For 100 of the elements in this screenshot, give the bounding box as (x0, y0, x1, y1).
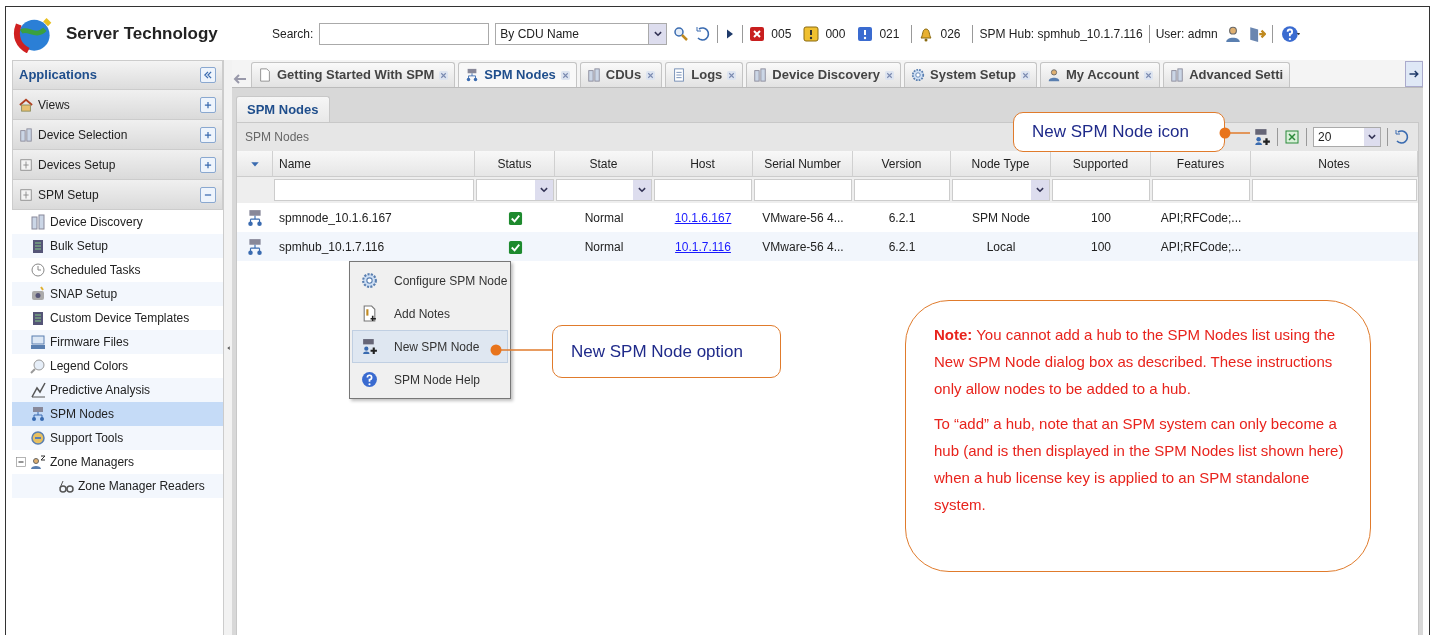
table-cell: API;RFCode;... (1151, 232, 1251, 261)
expand-button[interactable] (200, 156, 216, 173)
table-cell-text: 100 (1090, 209, 1112, 227)
person-icon[interactable] (1223, 24, 1242, 43)
expand-button[interactable] (200, 126, 216, 143)
close-icon[interactable] (727, 70, 737, 80)
column-header[interactable]: Version (853, 151, 951, 177)
search-field[interactable] (319, 22, 490, 45)
server-icon (30, 310, 46, 326)
close-icon[interactable] (885, 70, 894, 80)
help-icon (361, 371, 378, 388)
collapse-icon[interactable] (16, 457, 26, 467)
sidebar-item[interactable]: Firmware Files (12, 330, 223, 354)
alert-count: 021 (879, 25, 900, 43)
column-header[interactable]: State (555, 151, 653, 177)
double-chevron-left-icon (203, 70, 213, 80)
tab[interactable]: System Setup (904, 62, 1037, 87)
sidebar-item[interactable]: Predictive Analysis (12, 378, 223, 402)
tab[interactable]: Getting Started With SPM (251, 62, 456, 87)
filter-field[interactable] (854, 179, 950, 201)
menu-item[interactable]: Add Notes (352, 297, 508, 330)
sidebar-item[interactable]: Device Discovery (12, 210, 223, 234)
building-icon (753, 68, 768, 82)
close-icon[interactable] (646, 70, 656, 80)
sidebar-item[interactable]: Custom Device Templates (12, 306, 223, 330)
close-icon[interactable] (1144, 70, 1154, 80)
column-header[interactable]: Supported (1051, 151, 1151, 177)
box-icon (19, 157, 33, 172)
section-label: Devices Setup (38, 156, 116, 174)
sidebar-item[interactable]: Bulk Setup (12, 234, 223, 258)
sidebar-section[interactable]: SPM Setup (12, 180, 223, 210)
alert-count: 000 (825, 25, 846, 43)
filter-field[interactable] (556, 179, 652, 201)
sidebar-item[interactable]: Scheduled Tasks (12, 258, 223, 282)
refresh-icon[interactable] (1394, 129, 1410, 145)
column-header[interactable]: Host (653, 151, 753, 177)
alert-count: 005 (771, 25, 792, 43)
sidebar-section[interactable]: Device Selection (12, 120, 223, 150)
tab[interactable]: Device Discovery (746, 62, 901, 87)
list-icon (672, 68, 687, 82)
sidebar-item[interactable]: SNAP Setup (12, 282, 223, 306)
sidebar-item[interactable]: Legend Colors (12, 354, 223, 378)
menu-item[interactable]: Configure SPM Node (352, 264, 508, 297)
gear-icon (911, 68, 925, 82)
search-label: Search: (272, 25, 314, 43)
sidebar-section[interactable]: Views (12, 90, 223, 120)
gear-icon (361, 272, 378, 289)
add-node-icon[interactable] (1253, 128, 1271, 146)
menu-item[interactable]: SPM Node Help (352, 363, 508, 396)
scroll-right-button[interactable] (1405, 61, 1423, 87)
sidebar-item[interactable]: SPM Nodes (12, 402, 223, 426)
warning-icon[interactable] (803, 25, 820, 42)
bell-icon[interactable] (918, 25, 935, 42)
filter-field[interactable] (754, 179, 852, 201)
close-icon[interactable] (439, 70, 449, 80)
info-icon[interactable] (857, 25, 874, 42)
section-label: SPM Setup (38, 186, 99, 204)
filter-field[interactable] (1252, 179, 1417, 201)
close-icon[interactable] (560, 70, 570, 80)
filter-field[interactable] (274, 179, 474, 201)
sidebar-item[interactable]: Zone Managers (12, 450, 223, 474)
tab[interactable]: Logs (665, 62, 744, 87)
search-type-dropdown[interactable]: By CDU Name (495, 22, 668, 45)
table-cell: 100 (1051, 232, 1151, 261)
collapse-button[interactable] (200, 67, 216, 83)
filter-field[interactable] (1152, 179, 1250, 201)
filter-field[interactable] (476, 179, 554, 201)
tab[interactable]: Advanced Setti (1163, 62, 1291, 87)
close-icon[interactable] (1021, 70, 1030, 80)
callout-tooltip: New SPM Node option (552, 325, 781, 378)
column-header[interactable]: Node Type (951, 151, 1051, 177)
sidebar-item[interactable]: Zone Manager Readers (12, 474, 223, 498)
search-icon[interactable] (673, 25, 690, 42)
filter-field[interactable] (654, 179, 752, 201)
tab[interactable]: SPM Nodes (458, 62, 577, 87)
menu-item[interactable]: New SPM Node (352, 330, 508, 363)
column-header[interactable]: Features (1151, 151, 1251, 177)
critical-icon[interactable] (749, 25, 766, 42)
page-size-dropdown[interactable]: 20 (1313, 127, 1381, 147)
column-header[interactable]: Serial Number (753, 151, 853, 177)
logout-icon[interactable] (1247, 24, 1266, 43)
filter-field[interactable] (952, 179, 1050, 201)
expand-button[interactable] (200, 96, 216, 113)
spreadsheet-icon[interactable] (1284, 129, 1300, 145)
tab[interactable]: SPM Nodes (236, 96, 330, 122)
column-header[interactable]: Status (475, 151, 555, 177)
column-header[interactable]: Notes (1251, 151, 1418, 177)
filter-field[interactable] (1052, 179, 1150, 201)
column-header[interactable]: Name (273, 151, 475, 177)
hub-label: SPM Hub: spmhub_10.1.7.116 (979, 25, 1143, 43)
document-icon (361, 305, 378, 322)
collapse-button[interactable] (200, 186, 216, 203)
sidebar-section[interactable]: Devices Setup (12, 150, 223, 180)
sidebar-item[interactable]: Support Tools (12, 426, 223, 450)
host-link[interactable]: 10.1.6.167 (674, 210, 732, 225)
refresh-icon[interactable] (695, 25, 712, 42)
tab[interactable]: My Account (1040, 62, 1161, 87)
chevron-down-icon (539, 185, 549, 195)
tab[interactable]: CDUs (579, 62, 663, 87)
network-icon (465, 68, 480, 82)
